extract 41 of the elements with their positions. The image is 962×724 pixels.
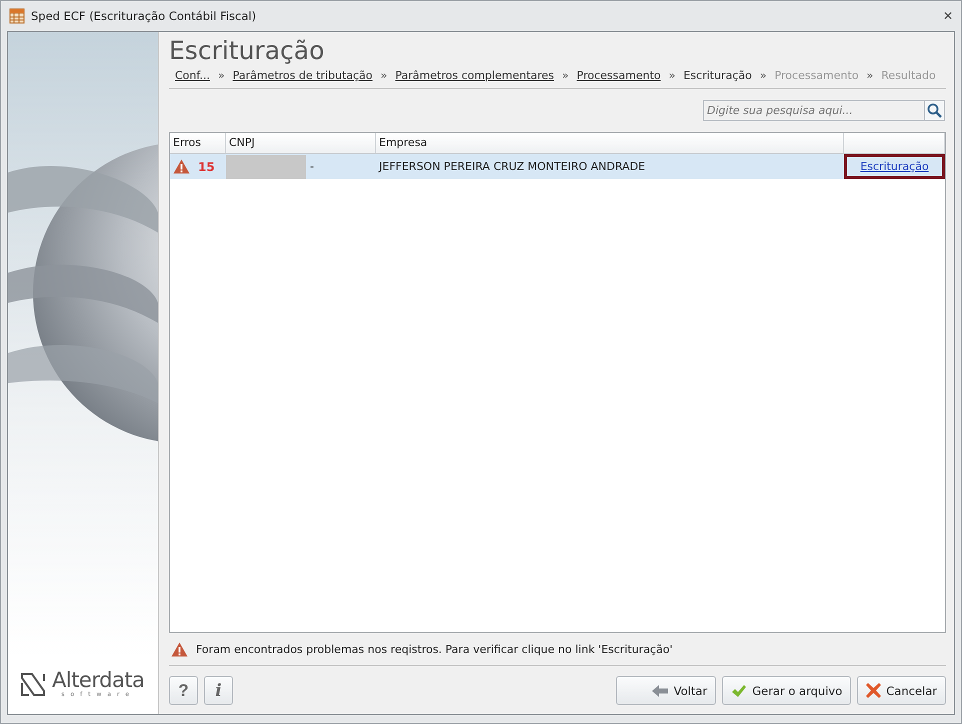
table-cell: - [310,160,314,173]
breadcrumb-separator: » [668,69,676,82]
search-button[interactable] [924,100,945,121]
breadcrumb-separator: » [562,69,569,82]
back-button[interactable]: Voltar [616,676,716,705]
table-row[interactable]: 15 - JEFFERSON PEREIRA CRUZ MONTEIRO ANDRADE Escrituração [170,154,945,179]
breadcrumb-separator: » [866,69,874,82]
cancel-button[interactable]: Cancelar [857,676,946,705]
breadcrumb-step[interactable]: Conf... [175,69,210,82]
escrituracao-link[interactable]: Escrituração [860,160,929,173]
info-button[interactable]: i [204,676,233,705]
error-count: 15 [198,160,215,174]
breadcrumb-step: Resultado [881,69,936,82]
search-icon [927,103,942,118]
breadcrumb-step[interactable]: Parâmetros complementares [395,69,554,82]
breadcrumb-step: Escrituração [683,69,752,82]
window-title: Sped ECF (Escrituração Contábil Fiscal) [31,9,258,23]
status-message: Foram encontrados problemas nos reqistros. Para verificar clique no link 'Escrituração' [196,642,673,656]
left-arrow-icon [650,684,669,698]
warning-icon [173,159,190,174]
breadcrumb-step[interactable]: Processamento [576,69,661,82]
breadcrumb-separator: » [760,69,767,82]
warning-icon [171,642,188,656]
close-button[interactable]: ✕ [942,9,953,23]
breadcrumb-separator: » [218,69,225,82]
search-field[interactable]: Digite sua pesquisa aqui... [703,100,924,121]
column-header: Erros [170,133,226,153]
checkmark-icon [731,684,748,698]
column-header: Empresa [376,133,844,153]
page-title: Escrituração [169,36,326,66]
help-button[interactable]: ? [169,676,198,705]
breadcrumb-step[interactable]: Parâmetros de tributação [232,69,373,82]
generate-button[interactable]: Gerar o arquivo [722,676,852,705]
table-cell-text: JEFFERSON PEREIRA CRUZ MONTEIRO ANDRADE [378,160,646,173]
spreadsheet-icon [9,8,25,24]
breadcrumb-step: Processamento [774,69,859,82]
cross-icon [866,683,882,698]
logo-icon [20,671,46,697]
logo-text: Alterdata [52,669,144,691]
breadcrumb-separator: » [380,69,388,82]
column-header: CNPJ [226,133,376,153]
